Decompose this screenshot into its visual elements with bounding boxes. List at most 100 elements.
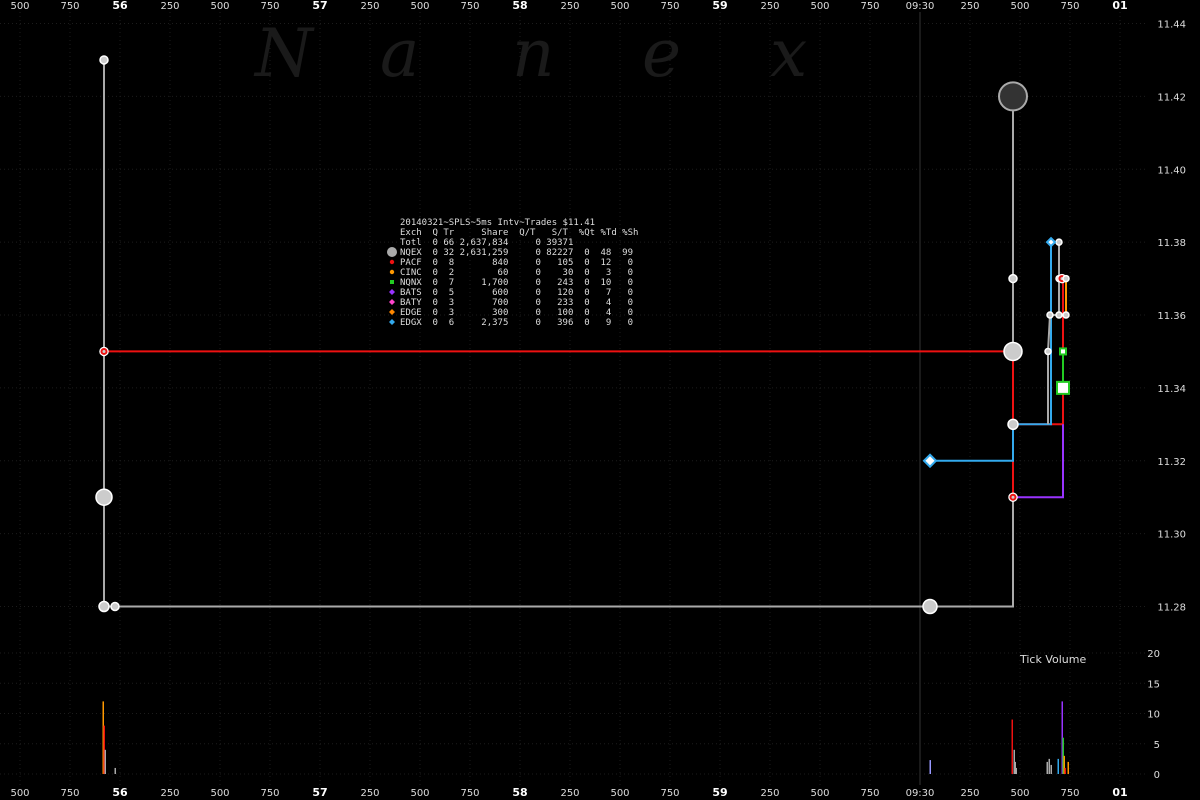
price-tick-label: 11.36: [1157, 311, 1186, 322]
x-tick-label: 750: [60, 788, 79, 799]
legend-row: Totl 0 66 2,637,834 0 39371: [400, 238, 573, 248]
x-tick-label: 500: [610, 1, 629, 12]
legend-row: NQNX 0 7 1,700 0 243 0 10 0: [400, 278, 633, 288]
x-tick-label: 57: [312, 786, 327, 799]
x-tick-label: 250: [560, 1, 579, 12]
grid: [0, 12, 1145, 785]
volume-tick-label: 5: [1154, 740, 1160, 751]
price-axis: 11.44 11.42 11.40 11.38 11.36 11.34 11.32 11.30…: [1157, 20, 1186, 614]
volume-title: Tick Volume: [1019, 653, 1086, 666]
x-tick-label: 57: [312, 0, 327, 12]
x-tick-label: 250: [760, 788, 779, 799]
marker-nqex: [1007, 418, 1019, 431]
price-tick-label: 11.32: [1157, 457, 1186, 468]
volume-bar: [1064, 767, 1066, 774]
x-tick-label: 750: [1060, 788, 1079, 799]
x-tick-label: 250: [160, 1, 179, 12]
trade-markers: [95, 55, 1070, 615]
series-line-nqex-b: [1047, 242, 1060, 425]
x-tick-label: 500: [410, 1, 429, 12]
x-tick-label: 09:30: [906, 1, 935, 12]
legend-marker: [387, 247, 397, 257]
chart-title: 20140321~SPLS~5ms Intv~Trades $11.41: [400, 218, 595, 228]
x-tick-label: 09:30: [906, 788, 935, 799]
watermark-letter: n: [512, 15, 555, 92]
marker-nqex: [1044, 347, 1052, 356]
legend-marker: [389, 269, 395, 275]
x-tick-label: 500: [1010, 788, 1029, 799]
x-tick-label: 56: [112, 0, 128, 12]
x-tick-label: 500: [610, 788, 629, 799]
volume-bar: [929, 760, 931, 774]
x-tick-label: 56: [112, 786, 128, 799]
series-line-nqex: [103, 59, 1014, 608]
volume-tick-label: 10: [1147, 710, 1160, 721]
x-axis-top: 500 750 56 250 500 750 57 250 500 750 58 250 500 750 5…: [10, 0, 1127, 12]
x-tick-label: 250: [560, 788, 579, 799]
volume-bars: [102, 701, 1069, 774]
x-tick-label: 500: [1010, 1, 1029, 12]
legend-marker: [389, 319, 395, 325]
legend-row: EDGE 0 3 300 0 100 0 4 0: [400, 308, 633, 318]
marker-nqex: [1008, 273, 1018, 284]
volume-bar: [1067, 761, 1069, 774]
price-tick-label: 11.38: [1157, 238, 1186, 249]
x-tick-label: 750: [660, 788, 679, 799]
price-tick-label: 11.28: [1157, 603, 1186, 614]
legend-marker: [390, 280, 394, 284]
marker-nqex: [110, 601, 120, 612]
x-tick-label: 250: [360, 788, 379, 799]
x-tick-label: 58: [512, 0, 527, 12]
x-tick-label: 500: [410, 788, 429, 799]
x-tick-label: 59: [712, 0, 727, 12]
price-tick-label: 11.30: [1157, 530, 1186, 541]
volume-bar: [1046, 761, 1048, 774]
x-tick-label: 750: [260, 788, 279, 799]
legend-marker: [389, 299, 395, 305]
volume-tick-label: 15: [1147, 679, 1160, 690]
marker-cinc: [1062, 274, 1070, 283]
marker-cinc: [1062, 311, 1070, 319]
x-tick-label: 01: [1112, 0, 1127, 12]
marker-nqex: [1055, 311, 1063, 319]
x-tick-label: 750: [60, 1, 79, 12]
price-tick-label: 11.42: [1157, 92, 1186, 103]
marker-nqnx: [1056, 380, 1070, 395]
x-tick-label: 750: [460, 1, 479, 12]
x-tick-label: 250: [960, 1, 979, 12]
volume-axis: 20 15 10 5 0: [1147, 649, 1160, 781]
x-tick-label: 500: [10, 1, 29, 12]
marker-nqex: [95, 488, 113, 506]
x-tick-label: 58: [512, 786, 527, 799]
legend-marker: [389, 289, 395, 295]
x-tick-label: 750: [460, 788, 479, 799]
legend-row: PACF 0 8 840 0 105 0 12 0: [400, 258, 633, 268]
x-tick-label: 250: [760, 1, 779, 12]
marker-edgx: [1045, 236, 1057, 248]
volume-bar: [1057, 758, 1059, 774]
volume-bar: [1015, 767, 1017, 774]
legend-row: BATS 0 5 600 0 120 0 7 0: [400, 288, 633, 298]
legend-marker: [389, 309, 395, 315]
volume-bar: [1048, 758, 1050, 774]
x-tick-label: 750: [1060, 1, 1079, 12]
marker-nqnx: [1059, 347, 1067, 356]
x-tick-label: 250: [160, 788, 179, 799]
x-tick-label: 500: [810, 1, 829, 12]
x-tick-label: 500: [10, 788, 29, 799]
x-tick-label: 500: [210, 788, 229, 799]
nanex-watermark: Na n e x: [253, 15, 807, 92]
x-tick-label: 750: [860, 1, 879, 12]
x-tick-label: 250: [360, 1, 379, 12]
marker-nqex: [99, 55, 109, 65]
volume-tick-label: 0: [1154, 770, 1160, 781]
tick-chart: Nanex 500 750 56 250 500 750 57 250 500 750 58 250 5…: [0, 0, 1186, 799]
legend-row: NQEX 0 32 2,631,259 0 82227 0 48 99: [400, 248, 633, 258]
legend: 20140321~SPLS~5ms Intv~Trades $11.41 Exc…: [387, 218, 638, 328]
x-tick-label: 750: [860, 788, 879, 799]
marker-nqex: [998, 81, 1028, 112]
marker-edgx: [922, 453, 938, 469]
watermark-letter: e: [642, 15, 681, 92]
x-tick-label: 750: [260, 1, 279, 12]
marker-nqex: [1055, 238, 1063, 246]
